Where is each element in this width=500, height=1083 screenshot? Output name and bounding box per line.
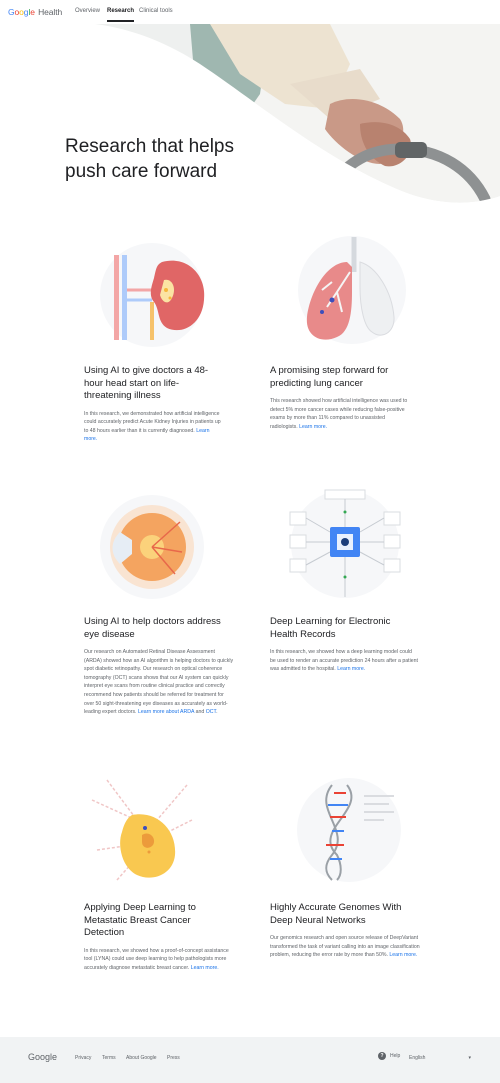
footer: Google Privacy Terms About Google Press … xyxy=(0,1037,500,1083)
card-ehr: Deep Learning for Electronic Health Reco… xyxy=(270,616,418,674)
dna-illustration xyxy=(297,778,401,882)
kidney-illustration xyxy=(100,243,205,347)
card-title: Using AI to give doctors a 48-hour head … xyxy=(84,365,209,401)
eye-illustration xyxy=(100,495,204,599)
card-title: Applying Deep Learning to Metastatic Bre… xyxy=(84,902,196,938)
card-text: In this research, we showed how a proof-… xyxy=(84,947,232,973)
logo-letter: e xyxy=(30,7,35,17)
help-label: Help xyxy=(390,1053,401,1059)
learn-more-arda-link[interactable]: Learn more about ARDA xyxy=(138,709,194,715)
language-label: English xyxy=(409,1055,426,1061)
tab-overview[interactable]: Overview xyxy=(75,8,100,14)
card-eye: Using AI to help doctors address eye dis… xyxy=(84,616,234,717)
hero-image xyxy=(95,24,500,203)
learn-more-link[interactable]: Learn more. xyxy=(191,965,219,971)
language-select[interactable]: English ▾ xyxy=(409,1055,471,1061)
footer-link-press[interactable]: Press xyxy=(167,1055,180,1061)
card-text: In this research, we showed how a deep l… xyxy=(270,648,418,674)
card-body: Our research on Automated Retinal Diseas… xyxy=(84,649,234,716)
help-link[interactable]: ? Help xyxy=(378,1052,400,1060)
card-title: A promising step forward for predicting … xyxy=(270,365,389,389)
learn-more-link[interactable]: Learn more. xyxy=(337,666,365,672)
google-health-logo[interactable]: Google Health xyxy=(8,7,62,17)
card-title: Highly Accurate Genomes With Deep Neural… xyxy=(270,902,402,926)
card-text: Our research on Automated Retinal Diseas… xyxy=(84,648,234,717)
lung-illustration xyxy=(298,236,406,344)
card-genomes: Highly Accurate Genomes With Deep Neural… xyxy=(270,902,420,960)
card-body: This research showed how artificial inte… xyxy=(270,398,408,430)
tab-research[interactable]: Research xyxy=(107,8,135,22)
card-punctuation: . xyxy=(216,709,218,716)
card-text: This research showed how artificial inte… xyxy=(270,397,410,431)
question-circle-icon: ? xyxy=(378,1052,386,1060)
footer-link-privacy[interactable]: Privacy xyxy=(75,1055,91,1061)
card-breast-cancer: Applying Deep Learning to Metastatic Bre… xyxy=(84,902,232,972)
card-text: In this research, we demonstrated how ar… xyxy=(84,410,224,444)
card-lung: A promising step forward for predicting … xyxy=(270,365,410,431)
footer-link-terms[interactable]: Terms xyxy=(102,1055,116,1061)
chevron-down-icon: ▾ xyxy=(468,1055,471,1061)
card-conjunction: and xyxy=(195,709,205,716)
logo-health-text: Health xyxy=(38,7,63,17)
top-navigation: Google Health Overview Research Clinical… xyxy=(0,0,500,24)
card-title: Deep Learning for Electronic Health Reco… xyxy=(270,616,391,640)
ehr-illustration xyxy=(289,489,401,598)
card-text: Our genomics research and open source re… xyxy=(270,934,420,960)
learn-more-link[interactable]: Learn more. xyxy=(299,424,327,430)
hero-section: Research that helps push care forward xyxy=(0,24,500,214)
breast-tissue-illustration xyxy=(91,779,193,881)
oct-link[interactable]: OCT xyxy=(206,709,216,715)
card-kidney: Using AI to give doctors a 48-hour head … xyxy=(84,365,224,444)
footer-google-logo[interactable]: Google xyxy=(28,1052,57,1062)
tab-clinical-tools[interactable]: Clinical tools xyxy=(139,8,173,14)
card-title: Using AI to help doctors address eye dis… xyxy=(84,616,221,640)
page-title: Research that helps push care forward xyxy=(65,136,234,182)
footer-link-about-google[interactable]: About Google xyxy=(126,1055,157,1061)
learn-more-link[interactable]: Learn more. xyxy=(389,952,417,958)
